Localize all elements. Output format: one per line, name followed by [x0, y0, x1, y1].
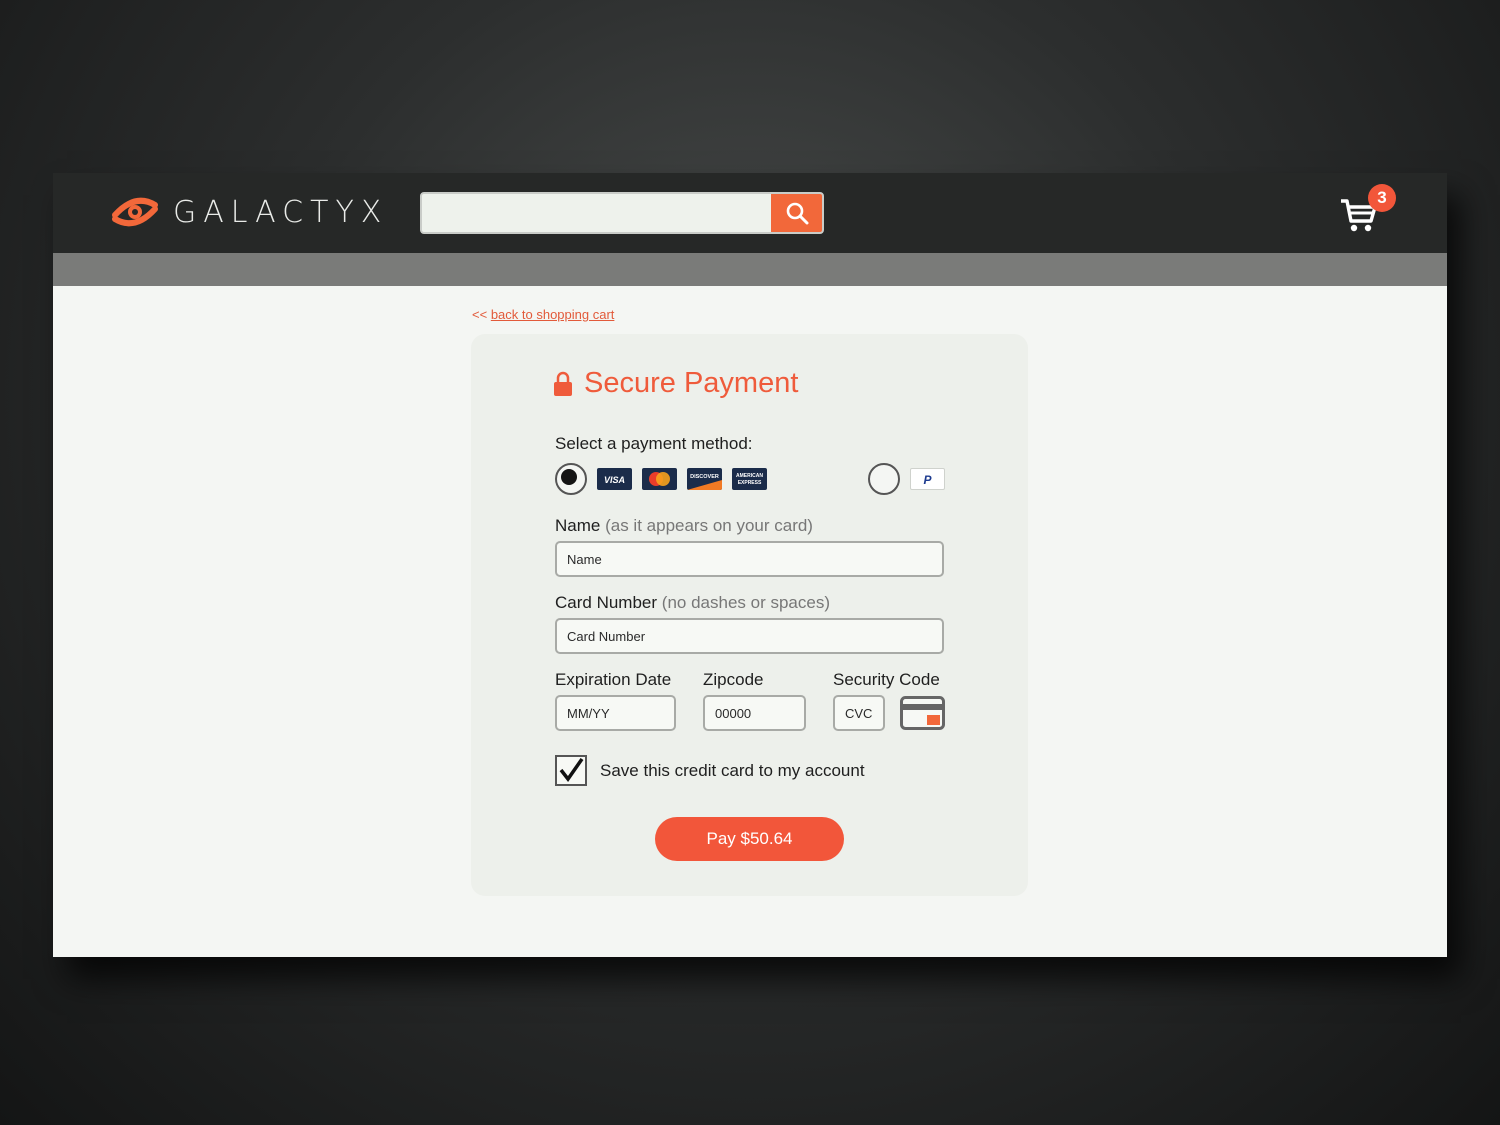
name-field[interactable] [555, 541, 944, 577]
search-button[interactable] [771, 194, 822, 232]
cart-count-badge: 3 [1368, 184, 1396, 212]
brand-logo[interactable]: GALACTYX [111, 191, 388, 233]
amex-icon: AMERICAN EXPRESS [732, 468, 767, 490]
browser-window: GALACTYX 3 << back to shopping cart Secu… [53, 173, 1447, 957]
zipcode-field[interactable] [703, 695, 806, 731]
back-arrows: << [472, 307, 488, 322]
cart-button[interactable]: 3 [1339, 184, 1396, 235]
search-bar [420, 192, 824, 234]
card-method-radio[interactable] [555, 463, 587, 495]
brand-name: GALACTYX [173, 194, 389, 230]
payment-title: Secure Payment [554, 367, 798, 400]
back-link-row: << back to shopping cart [472, 307, 614, 322]
payment-card: Secure Payment Select a payment method: … [471, 334, 1028, 896]
card-number-label: Card Number (no dashes or spaces) [555, 593, 830, 613]
svg-text:P: P [923, 473, 932, 487]
search-icon [786, 202, 808, 225]
save-card-checkbox[interactable] [555, 755, 587, 786]
galactyx-eye-icon [112, 197, 158, 227]
payment-title-text: Secure Payment [584, 367, 799, 399]
security-code-field[interactable] [833, 695, 885, 731]
card-number-hint: (no dashes or spaces) [661, 593, 830, 612]
name-label-text: Name [555, 516, 601, 535]
top-navbar: GALACTYX 3 [53, 173, 1447, 253]
lock-icon [554, 371, 572, 396]
svg-text:VISA: VISA [604, 475, 625, 485]
expiration-field[interactable] [555, 695, 676, 731]
checkmark-icon [559, 757, 584, 782]
pay-button[interactable]: Pay $50.64 [655, 817, 844, 861]
security-code-label: Security Code [833, 670, 940, 689]
visa-icon: VISA [597, 468, 632, 490]
zipcode-label: Zipcode [703, 670, 764, 689]
paypal-method-radio[interactable] [868, 463, 900, 495]
back-to-cart-link[interactable]: back to shopping cart [491, 307, 615, 322]
discover-icon: DISCOVER [687, 468, 722, 490]
paypal-icon: P [910, 468, 945, 490]
expiration-label: Expiration Date [555, 670, 672, 689]
card-number-field[interactable] [555, 618, 944, 654]
name-hint: (as it appears on your card) [605, 516, 813, 535]
card-number-label-text: Card Number [555, 593, 658, 612]
svg-text:DISCOVER: DISCOVER [690, 474, 719, 480]
card-back-cvc-icon [900, 696, 945, 730]
secondary-bar [53, 253, 1447, 286]
svg-text:EXPRESS: EXPRESS [738, 480, 762, 486]
save-card-label: Save this credit card to my account [600, 761, 865, 780]
search-input[interactable] [422, 194, 772, 232]
name-label: Name (as it appears on your card) [555, 516, 813, 536]
mastercard-icon [642, 468, 677, 490]
svg-text:AMERICAN: AMERICAN [736, 473, 763, 479]
payment-method-label: Select a payment method: [555, 434, 753, 453]
